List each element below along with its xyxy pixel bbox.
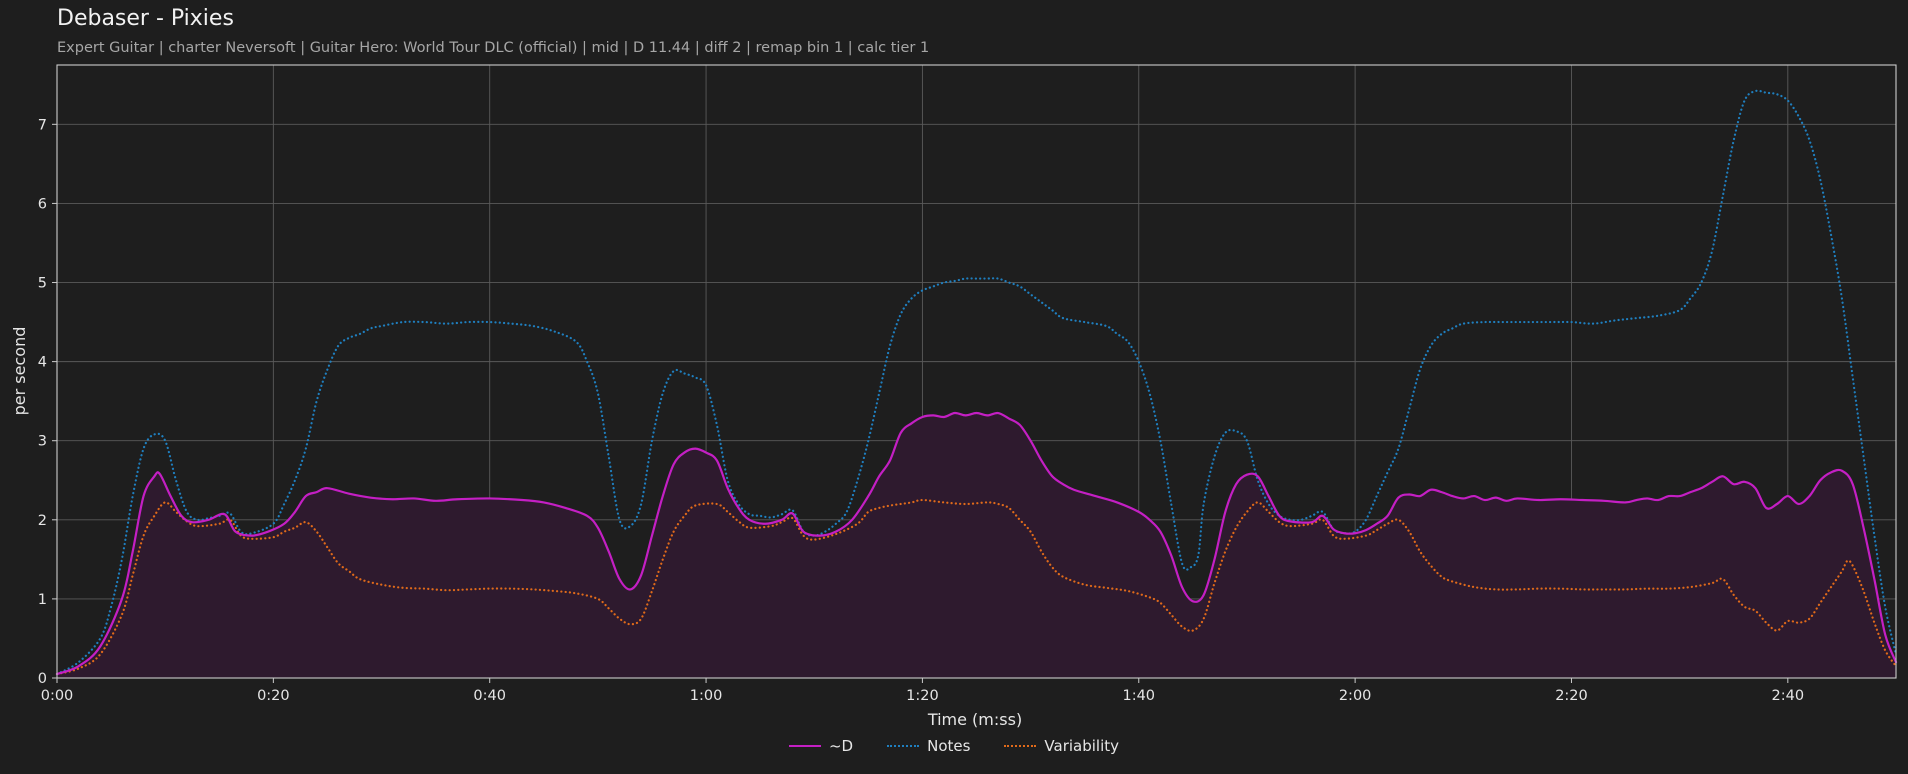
legend-swatch-d (788, 745, 821, 747)
legend-label-variability: Variability (1044, 737, 1120, 755)
legend-swatch-variability (1004, 745, 1037, 747)
x-tick-label-8: 2:40 (1772, 688, 1805, 704)
legend-item-d: ~D (788, 737, 854, 755)
x-tick-label-4: 1:20 (906, 688, 939, 704)
legend-swatch-notes (887, 745, 920, 747)
x-tick-label-5: 1:40 (1122, 688, 1155, 704)
series-layer (55, 89, 1898, 678)
legend-item-variability: Variability (1004, 737, 1119, 755)
x-axis-label: Time (m:ss) (927, 710, 1022, 729)
legend-label-notes: Notes (927, 737, 971, 755)
y-tick-label-5: 5 (38, 276, 47, 292)
x-tick-label-7: 2:20 (1555, 688, 1588, 704)
x-tick-label-0: 0:00 (41, 688, 74, 704)
y-tick-label-2: 2 (38, 513, 47, 529)
legend-item-notes: Notes (887, 737, 970, 755)
legend: ~D Notes Variability (0, 737, 1908, 755)
y-tick-label-0: 0 (38, 671, 47, 687)
y-tick-label-4: 4 (38, 355, 47, 371)
x-tick-label-1: 0:20 (257, 688, 290, 704)
x-tick-label-3: 1:00 (690, 688, 723, 704)
y-tick-label-1: 1 (38, 592, 47, 608)
y-tick-label-6: 6 (38, 196, 47, 212)
x-tick-label-2: 0:40 (473, 688, 506, 704)
y-tick-label-3: 3 (38, 434, 47, 450)
chart-svg: 0:00 0:20 0:40 1:00 1:20 1:40 2:00 2:20 2:40 0 1 2 3… (10, 64, 1898, 729)
y-tick-label-7: 7 (38, 117, 47, 133)
legend-label-d: ~D (828, 737, 854, 755)
y-axis-label: per second (10, 327, 29, 416)
x-tick-label-6: 2:00 (1339, 688, 1372, 704)
series-area-d (57, 412, 1896, 678)
